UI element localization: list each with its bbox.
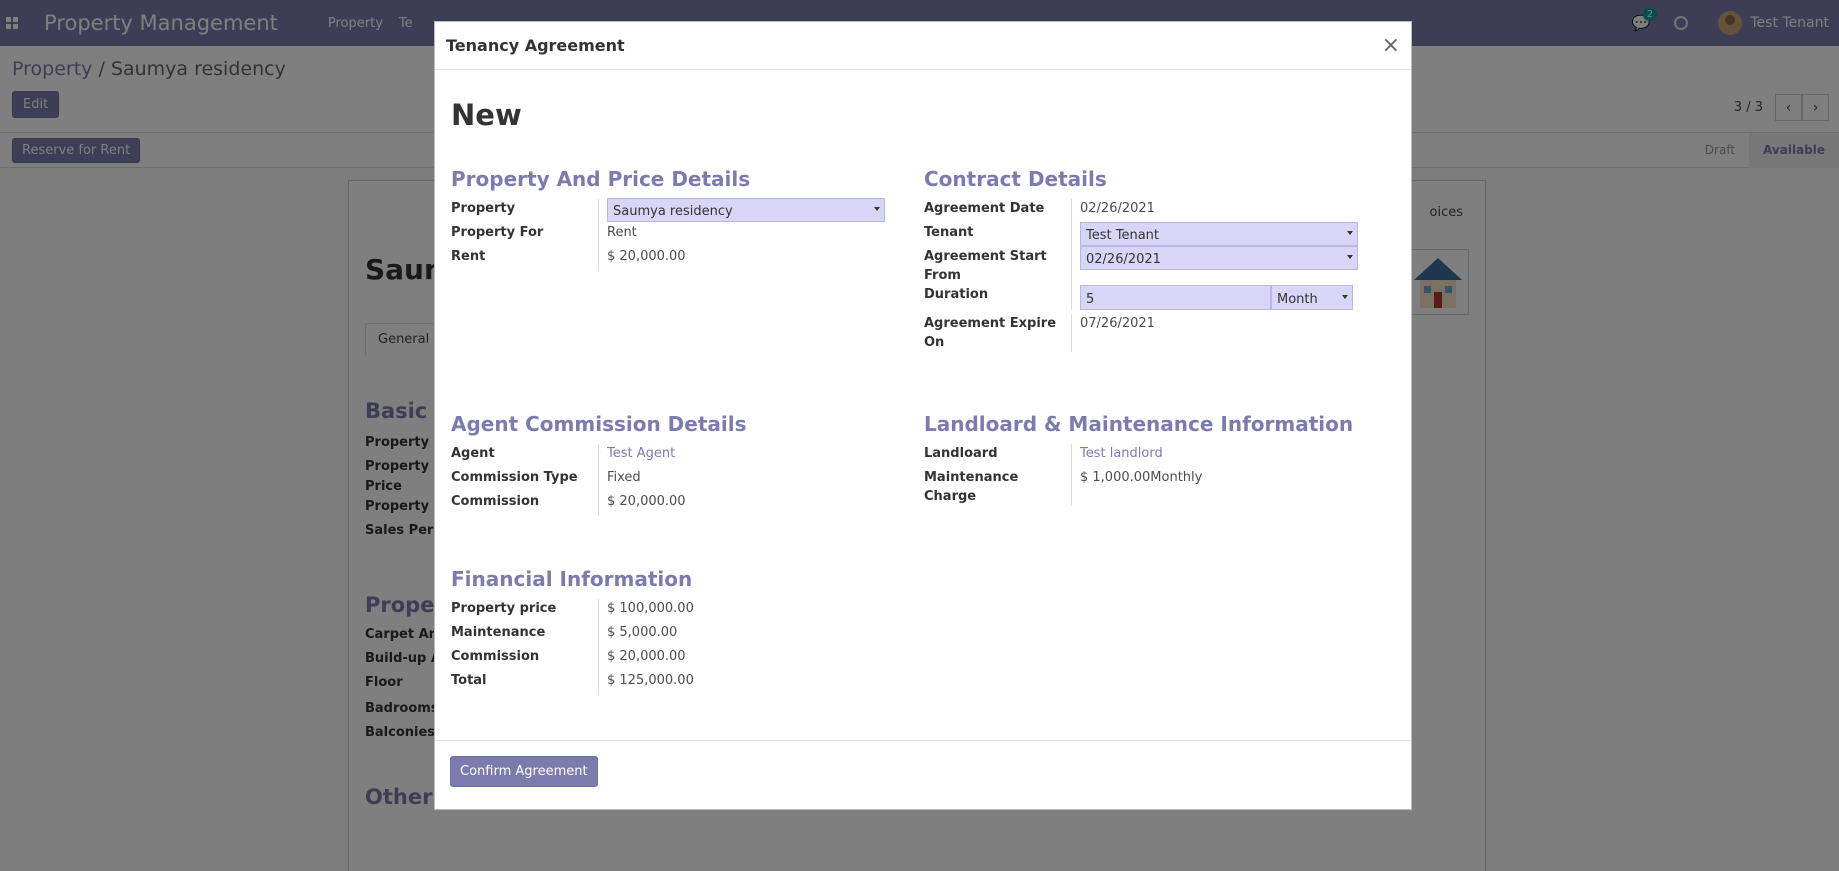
field-label: Total <box>451 671 599 695</box>
commission-value: $ 20,000.00 <box>607 494 686 509</box>
field-row-commission: Commission $ 20,000.00 <box>451 492 891 516</box>
field-label: Landloard <box>924 444 1072 468</box>
field-row-commission-type: Commission Type Fixed <box>451 468 891 492</box>
field-label: Agreement Expire On <box>924 314 1072 352</box>
modal-title: Tenancy Agreement <box>446 36 625 55</box>
field-row-start: Agreement Start From 02/26/2021 <box>924 246 1364 285</box>
total-value: $ 125,000.00 <box>607 673 694 688</box>
field-row-property-for: Property For Rent <box>451 223 891 247</box>
field-row-landlord: Landloard Test landlord <box>924 444 1394 468</box>
field-label: Agreement Start From <box>924 247 1072 285</box>
property-select[interactable]: Saumya residency <box>607 198 885 222</box>
field-label: Tenant <box>924 223 1072 247</box>
field-row-agent: Agent Test Agent <box>451 444 891 468</box>
group-title: Agent Commission Details <box>451 412 747 436</box>
group-contract: Contract Details Agreement Date 02/26/20… <box>924 167 1364 352</box>
close-icon[interactable]: × <box>1382 33 1400 58</box>
field-row-agreement-date: Agreement Date 02/26/2021 <box>924 199 1364 223</box>
field-label: Rent <box>451 247 599 271</box>
field-row-property-price: Property price $ 100,000.00 <box>451 599 891 623</box>
maintenance-value: $ 5,000.00 <box>607 625 678 640</box>
property-price-value: $ 100,000.00 <box>607 601 694 616</box>
agent-link[interactable]: Test Agent <box>599 444 675 468</box>
modal-header: Tenancy Agreement × <box>435 22 1411 70</box>
field-row-maintenance-charge: Maintenance Charge $ 1,000.00Monthly <box>924 468 1394 506</box>
modal-body: New Property And Price Details Property … <box>435 70 1411 761</box>
field-label: Property <box>451 199 599 223</box>
rent-value: $ 20,000.00 <box>607 249 686 264</box>
field-label: Agent <box>451 444 599 468</box>
field-row-maintenance: Maintenance $ 5,000.00 <box>451 623 891 647</box>
caret-down-icon <box>1347 255 1353 259</box>
field-row-rent: Rent $ 20,000.00 <box>451 247 891 271</box>
duration-unit-value: Month <box>1277 292 1318 307</box>
expire-date-value: 07/26/2021 <box>1080 316 1155 331</box>
landlord-link[interactable]: Test landlord <box>1072 444 1163 468</box>
field-row-property: Property Saumya residency <box>451 198 891 223</box>
field-label: Property price <box>451 599 599 623</box>
duration-unit-select[interactable]: Month <box>1271 285 1353 310</box>
caret-down-icon <box>874 207 880 211</box>
financial-commission-value: $ 20,000.00 <box>607 649 686 664</box>
field-label: Property For <box>451 223 599 247</box>
group-title: Property And Price Details <box>451 167 751 191</box>
start-date-picker[interactable]: 02/26/2021 <box>1080 246 1358 270</box>
property-select-value: Saumya residency <box>613 204 733 219</box>
confirm-agreement-button[interactable]: Confirm Agreement <box>450 756 598 787</box>
field-label: Commission <box>451 492 599 516</box>
group-property-price: Property And Price Details Property Saum… <box>451 167 891 271</box>
maintenance-charge-value: $ 1,000.00Monthly <box>1080 470 1203 485</box>
agreement-date-value: 02/26/2021 <box>1080 201 1155 216</box>
group-landlord-maintenance: Landloard & Maintenance Information Land… <box>924 412 1394 506</box>
property-for-value: Rent <box>607 225 637 240</box>
modal-footer: Confirm Agreement <box>435 740 1411 809</box>
tenant-select-value: Test Tenant <box>1086 228 1160 243</box>
field-row-total: Total $ 125,000.00 <box>451 671 891 695</box>
caret-down-icon <box>1347 231 1353 235</box>
field-row-commission-total: Commission $ 20,000.00 <box>451 647 891 671</box>
field-label: Commission <box>451 647 599 671</box>
field-row-tenant: Tenant Test Tenant <box>924 222 1364 247</box>
group-title: Contract Details <box>924 167 1107 191</box>
field-row-expire: Agreement Expire On 07/26/2021 <box>924 314 1364 352</box>
field-label: Maintenance <box>451 623 599 647</box>
tenant-select[interactable]: Test Tenant <box>1080 222 1358 246</box>
commission-type-value: Fixed <box>607 470 641 485</box>
group-title: Financial Information <box>451 567 693 591</box>
field-row-duration: Duration 5 Month <box>924 285 1364 310</box>
group-title: Landloard & Maintenance Information <box>924 412 1354 436</box>
field-label: Duration <box>924 285 1072 310</box>
tenancy-agreement-dialog: Tenancy Agreement × New Property And Pri… <box>434 21 1412 810</box>
duration-input[interactable]: 5 <box>1080 285 1271 310</box>
field-label: Commission Type <box>451 468 599 492</box>
group-agent-commission: Agent Commission Details Agent Test Agen… <box>451 412 891 516</box>
start-date-value: 02/26/2021 <box>1086 252 1161 267</box>
group-financial: Financial Information Property price $ 1… <box>451 567 891 695</box>
field-label: Maintenance Charge <box>924 468 1072 506</box>
field-label: Agreement Date <box>924 199 1072 223</box>
record-title: New <box>451 98 522 132</box>
caret-down-icon <box>1342 295 1348 299</box>
